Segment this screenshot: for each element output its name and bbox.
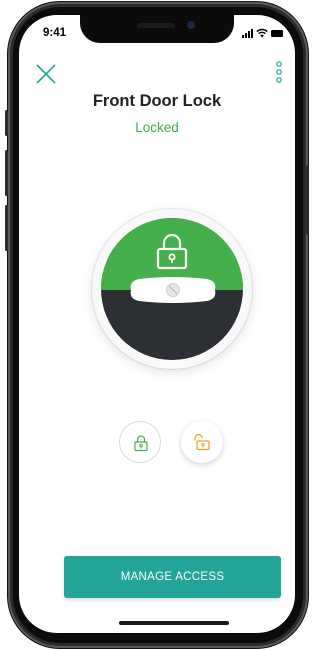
padlock-unlocked-icon: [194, 433, 210, 451]
status-icons: [242, 28, 283, 38]
thumb-turn-handle[interactable]: [125, 275, 221, 305]
manage-access-button[interactable]: MANAGE ACCESS: [64, 556, 281, 598]
wifi-icon: [256, 28, 268, 38]
lock-button[interactable]: [119, 421, 161, 463]
page-title: Front Door Lock: [92, 92, 222, 110]
volume-up-button: [5, 150, 8, 196]
mute-switch: [5, 110, 8, 136]
more-vertical-icon[interactable]: [274, 60, 284, 86]
app-screen: 9:41 Front Door Lock Locked MANAGE ACCES…: [19, 15, 295, 633]
status-time: 9:41: [43, 27, 67, 39]
lock-status-label: Locked: [135, 120, 179, 135]
padlock-locked-icon: [134, 435, 148, 452]
cellular-signal-icon: [242, 28, 253, 38]
notch: [80, 15, 234, 43]
close-icon[interactable]: [34, 62, 58, 86]
battery-icon: [271, 29, 283, 37]
padlock-locked-icon: [156, 233, 188, 270]
volume-down-button: [5, 205, 8, 251]
unlock-button[interactable]: [181, 421, 223, 463]
home-indicator: [119, 621, 229, 625]
speaker-grille: [137, 23, 175, 28]
front-camera: [187, 21, 195, 29]
power-button: [306, 165, 309, 235]
